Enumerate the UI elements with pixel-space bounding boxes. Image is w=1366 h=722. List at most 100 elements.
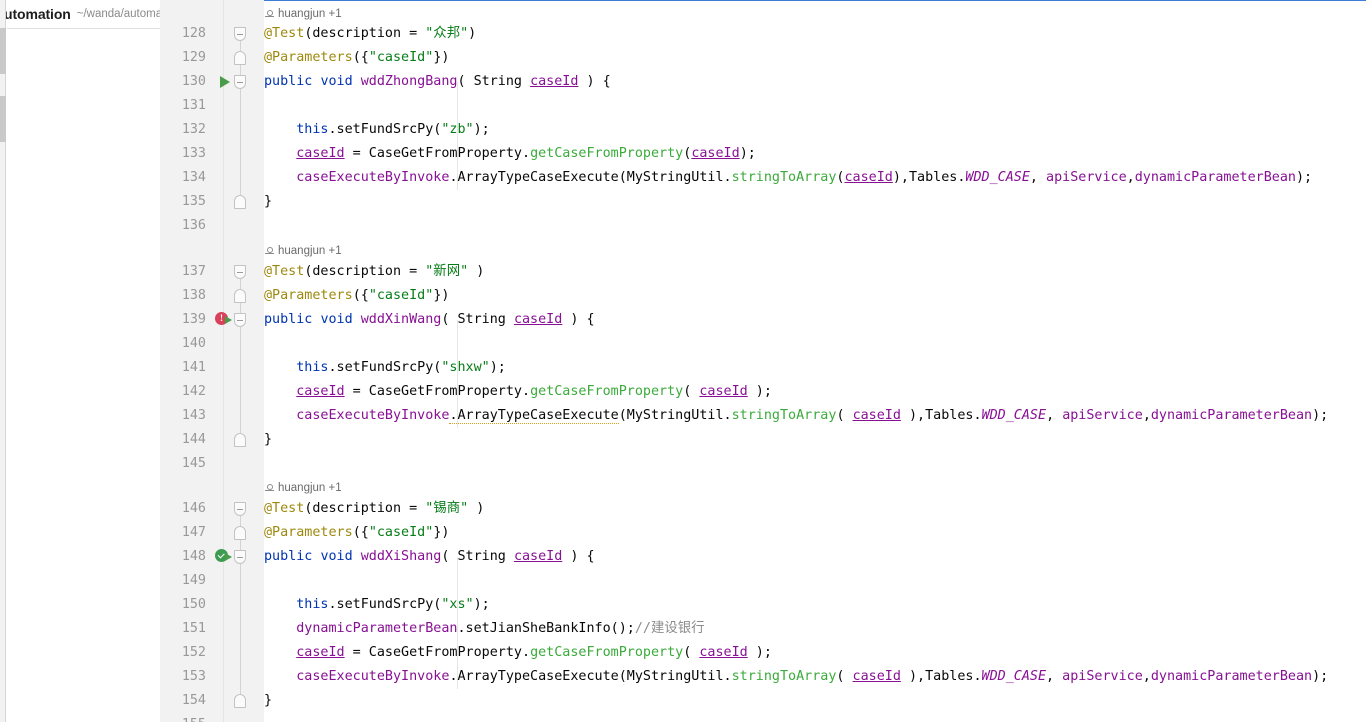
code-line[interactable]: @Parameters({"caseId"})	[264, 46, 449, 70]
code-line[interactable]: this.setFundSrcPy("zb");	[264, 118, 490, 142]
code-line[interactable]: }	[264, 689, 272, 713]
fold-marker[interactable]	[234, 27, 246, 41]
code-line[interactable]: @Test(description = "新网" )	[264, 260, 484, 284]
code-token: )	[468, 26, 477, 41]
line-number: 144	[181, 432, 206, 447]
fold-marker[interactable]	[234, 694, 246, 708]
code-token: caseId	[530, 74, 579, 89]
code-token: caseId	[513, 312, 563, 327]
code-token: }	[264, 432, 273, 447]
code-line[interactable]: caseId = CaseGetFromProperty.getCaseFrom…	[264, 641, 772, 665]
code-token: )	[468, 264, 485, 279]
fold-marker[interactable]	[234, 550, 246, 564]
code-token: ({	[352, 525, 369, 540]
code-token: stringToArray	[731, 669, 837, 684]
code-line[interactable]: dynamicParameterBean.setJianSheBankInfo(…	[264, 617, 704, 641]
run-test-passed-icon[interactable]	[215, 549, 233, 565]
code-token: (	[683, 384, 700, 399]
code-token: getCaseFromProperty	[530, 645, 684, 660]
code-token: @Test	[264, 264, 305, 279]
code-token: (description =	[304, 264, 426, 279]
code-line[interactable]: caseId = CaseGetFromProperty.getCaseFrom…	[264, 142, 756, 166]
code-token: ),Tables.	[892, 170, 966, 185]
fold-marker[interactable]	[234, 502, 246, 516]
fold-marker[interactable]	[234, 313, 246, 327]
code-line[interactable]: public void wddXinWang( String caseId ) …	[264, 308, 595, 332]
code-token: ,	[1142, 669, 1151, 684]
project-header[interactable]: utomation ~/wanda/automa	[0, 0, 160, 28]
line-number: 151	[181, 621, 206, 636]
code-line[interactable]: }	[264, 428, 272, 452]
code-line[interactable]: @Test(description = "锡商" )	[264, 497, 484, 521]
code-token: void	[320, 74, 353, 89]
fold-marker[interactable]	[234, 195, 246, 209]
vcs-author-annotation[interactable]: huangjun +1	[264, 240, 342, 262]
code-token: ),Tables.	[900, 408, 982, 423]
code-token: stringToArray	[731, 408, 837, 423]
code-line[interactable]: this.setFundSrcPy("shxw");	[264, 356, 506, 380]
code-token: caseId	[852, 408, 901, 423]
code-token: WDD_CASE	[981, 669, 1047, 684]
code-token: caseId	[691, 146, 740, 161]
vcs-author-annotation[interactable]: huangjun +1	[264, 3, 342, 25]
code-token: (	[836, 669, 853, 684]
code-token: dynamicParameterBean	[1150, 669, 1313, 684]
code-line[interactable]: caseId = CaseGetFromProperty.getCaseFrom…	[264, 380, 772, 404]
stripe-segment-project[interactable]	[0, 28, 6, 74]
code-editor[interactable]: 128 @Test(description = "众邦") 129 @Paramete…	[160, 0, 1366, 722]
code-line[interactable]: caseExecuteByInvoke.ArrayTypeCaseExecute…	[264, 404, 1328, 428]
code-line[interactable]: public void wddXiShang( String caseId ) …	[264, 545, 595, 569]
run-test-icon[interactable]	[217, 74, 233, 90]
code-token: caseId	[513, 549, 563, 564]
code-token: "众邦"	[425, 26, 469, 41]
sidebar-divider	[7, 28, 160, 29]
code-token: "caseId"	[368, 525, 434, 540]
line-number: 145	[181, 456, 206, 471]
code-token: (description =	[304, 26, 426, 41]
code-token: apiService	[1046, 170, 1127, 185]
code-token: getCaseFromProperty	[530, 384, 684, 399]
code-line[interactable]: @Parameters({"caseId"})	[264, 521, 449, 545]
code-token: apiService	[1062, 408, 1143, 423]
person-icon	[264, 9, 274, 20]
fold-marker[interactable]	[234, 75, 246, 89]
code-token: );	[473, 597, 490, 612]
line-number: 134	[181, 170, 206, 185]
code-line[interactable]: @Test(description = "众邦")	[264, 22, 476, 46]
code-line[interactable]: public void wddZhongBang( String caseId …	[264, 70, 611, 94]
tool-window-stripe[interactable]	[0, 0, 6, 722]
run-test-failed-icon[interactable]: !	[215, 312, 233, 328]
fold-marker[interactable]	[234, 289, 246, 303]
vcs-author-annotation[interactable]: huangjun +1	[264, 477, 342, 499]
code-line[interactable]: @Parameters({"caseId"})	[264, 284, 449, 308]
code-token: caseId	[699, 384, 748, 399]
code-token: getCaseFromProperty	[530, 146, 684, 161]
fold-marker[interactable]	[234, 51, 246, 65]
play-triangle-icon	[225, 316, 232, 324]
code-token: public	[264, 74, 313, 89]
code-token: @Parameters	[264, 50, 353, 65]
code-token: @Parameters	[264, 525, 353, 540]
code-token: }	[264, 693, 273, 708]
code-line[interactable]: caseExecuteByInvoke.ArrayTypeCaseExecute…	[264, 665, 1328, 689]
line-number: 139	[181, 312, 206, 327]
code-line[interactable]: this.setFundSrcPy("xs");	[264, 593, 490, 617]
line-number: 149	[181, 573, 206, 588]
fold-marker[interactable]	[234, 265, 246, 279]
code-token: dynamicParameterBean	[1134, 170, 1296, 185]
fold-marker[interactable]	[234, 526, 246, 540]
code-token: WDD_CASE	[965, 170, 1030, 185]
code-token: ( String	[457, 74, 531, 89]
code-token: );	[739, 146, 756, 161]
vcs-author-label: huangjun +1	[278, 245, 342, 257]
stripe-segment-structure[interactable]	[0, 96, 6, 142]
code-line[interactable]: caseExecuteByInvoke.ArrayTypeCaseExecute…	[264, 166, 1312, 190]
code-token: ({	[352, 50, 369, 65]
code-line[interactable]: }	[264, 190, 272, 214]
fold-marker[interactable]	[234, 433, 246, 447]
